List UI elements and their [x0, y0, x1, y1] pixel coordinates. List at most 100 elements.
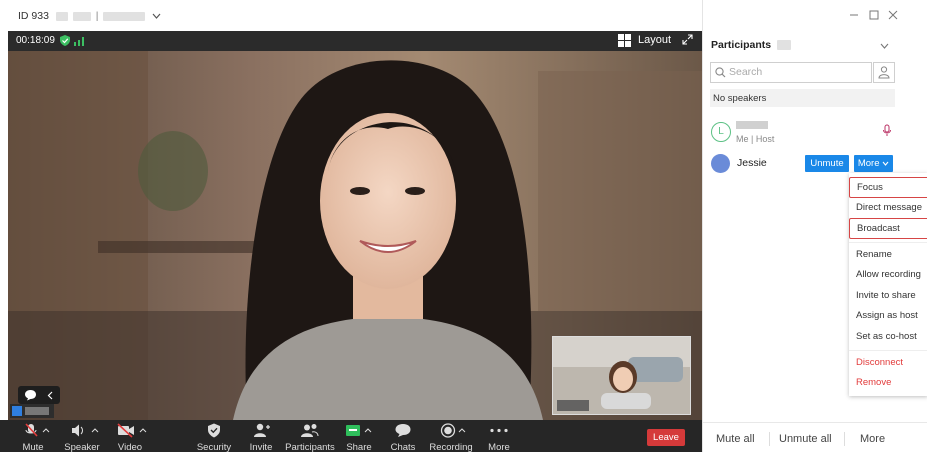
redacted-text	[103, 11, 146, 21]
redacted-text	[55, 11, 68, 21]
speakers-bar: No speakers	[710, 89, 895, 107]
menu-divider	[849, 242, 927, 243]
chevron-down-icon[interactable]	[880, 43, 889, 49]
security-label: Security	[196, 442, 232, 453]
chats-button[interactable]: Chats	[388, 420, 418, 453]
chevron-left-icon	[47, 391, 53, 400]
participants-label: Participants	[285, 442, 335, 453]
participants-icon	[301, 424, 319, 437]
panel-title: Participants	[711, 39, 792, 51]
chats-label: Chats	[390, 442, 416, 453]
mute-label: Mute	[22, 442, 44, 453]
participant-row-me[interactable]: L Me | Host	[703, 118, 913, 146]
meeting-status-bar: 00:18:09 Layout	[8, 31, 702, 51]
minimize-icon[interactable]	[849, 10, 859, 20]
footer-more-button[interactable]: More	[860, 433, 885, 445]
self-view-frame	[553, 337, 690, 414]
close-icon[interactable]	[888, 10, 898, 20]
recording-button[interactable]: Recording	[428, 420, 474, 453]
participants-title: Participants	[711, 39, 772, 51]
more-dots-icon	[490, 428, 508, 433]
share-icon	[346, 425, 372, 436]
invite-icon	[254, 423, 270, 437]
expand-icon[interactable]	[682, 34, 693, 45]
chevron-down-icon	[882, 161, 889, 166]
shield-icon	[60, 35, 70, 46]
footer-divider	[769, 432, 770, 446]
menu-item-broadcast[interactable]: Broadcast	[849, 218, 927, 239]
menu-item-direct-message[interactable]: Direct message	[849, 198, 927, 217]
redacted-text	[777, 40, 792, 51]
menu-item-allow-recording[interactable]: Allow recording	[849, 265, 927, 284]
avatar	[711, 154, 730, 173]
record-icon	[440, 423, 466, 438]
participants-panel: Participants Search No speakers L Me | H…	[702, 0, 927, 452]
menu-divider	[849, 350, 927, 351]
unmute-all-button[interactable]: Unmute all	[779, 433, 832, 445]
search-input[interactable]: Search	[710, 62, 872, 83]
more-button-label: More	[857, 158, 880, 169]
user-icon	[12, 406, 22, 416]
speaker-button[interactable]: Speaker	[62, 420, 102, 453]
participant-context-menu: Focus Direct message Broadcast Rename Al…	[849, 173, 927, 396]
meeting-id-label: ID 933	[18, 10, 49, 22]
title-bar: ID 933 |	[0, 0, 702, 31]
maximize-icon[interactable]	[869, 10, 879, 20]
redacted-text	[736, 121, 768, 129]
recording-label: Recording	[429, 442, 473, 453]
video-button[interactable]: Video	[110, 420, 150, 453]
participant-name: Jessie	[737, 157, 767, 169]
unmute-button[interactable]: Unmute	[805, 155, 849, 172]
name-tag	[10, 404, 54, 418]
chat-icon	[25, 390, 36, 401]
video-label: Video	[117, 442, 143, 453]
speaker-icon	[72, 424, 99, 437]
meeting-toolbar: Mute Speaker Video Security Invite Parti…	[0, 420, 702, 453]
layout-grid-icon	[618, 34, 631, 47]
self-view-thumbnail[interactable]	[552, 336, 691, 415]
menu-item-set-as-co-host[interactable]: Set as co-host	[849, 327, 927, 346]
menu-item-assign-as-host[interactable]: Assign as host	[849, 306, 927, 325]
no-speakers-label: No speakers	[713, 93, 767, 104]
footer-divider	[844, 432, 845, 446]
meeting-duration: 00:18:09	[16, 35, 55, 46]
search-placeholder: Search	[729, 66, 763, 78]
chat-icon	[395, 424, 411, 437]
menu-item-remove[interactable]: Remove	[849, 373, 927, 392]
redacted-text	[72, 11, 91, 21]
mic-muted-icon	[25, 423, 50, 437]
security-button[interactable]: Security	[194, 420, 234, 453]
mute-button[interactable]: Mute	[14, 420, 52, 453]
add-participant-button[interactable]	[873, 62, 895, 83]
share-button[interactable]: Share	[342, 420, 376, 453]
participants-button[interactable]: Participants	[284, 420, 336, 453]
redacted-text	[25, 407, 49, 415]
avatar: L	[711, 122, 731, 142]
signal-icon	[74, 37, 84, 46]
more-label: More	[488, 442, 510, 453]
me-role: Me | Host	[736, 134, 775, 144]
add-user-icon	[878, 66, 890, 79]
search-icon	[715, 67, 726, 78]
chevron-down-icon[interactable]	[152, 13, 161, 20]
more-button[interactable]: More	[484, 420, 514, 453]
chat-overlay-toggle[interactable]	[18, 386, 60, 404]
menu-item-disconnect[interactable]: Disconnect	[849, 353, 927, 372]
menu-item-focus[interactable]: Focus	[849, 177, 927, 198]
share-label: Share	[346, 442, 372, 453]
speaker-label: Speaker	[64, 442, 100, 453]
layout-label: Layout	[638, 34, 672, 46]
invite-button[interactable]: Invite	[246, 420, 276, 453]
shield-check-icon	[208, 423, 220, 438]
panel-footer: Mute all Unmute all More	[703, 422, 927, 453]
main-video	[8, 51, 702, 420]
meeting-id[interactable]: ID 933 |	[18, 10, 161, 22]
participant-more-button[interactable]: More	[854, 155, 893, 172]
invite-label: Invite	[249, 442, 273, 453]
leave-button[interactable]: Leave	[647, 429, 685, 446]
menu-item-invite-to-share[interactable]: Invite to share	[849, 286, 927, 305]
mic-icon[interactable]	[882, 124, 892, 137]
mute-all-button[interactable]: Mute all	[716, 433, 755, 445]
menu-item-rename[interactable]: Rename	[849, 245, 927, 264]
camera-off-icon	[117, 423, 147, 438]
